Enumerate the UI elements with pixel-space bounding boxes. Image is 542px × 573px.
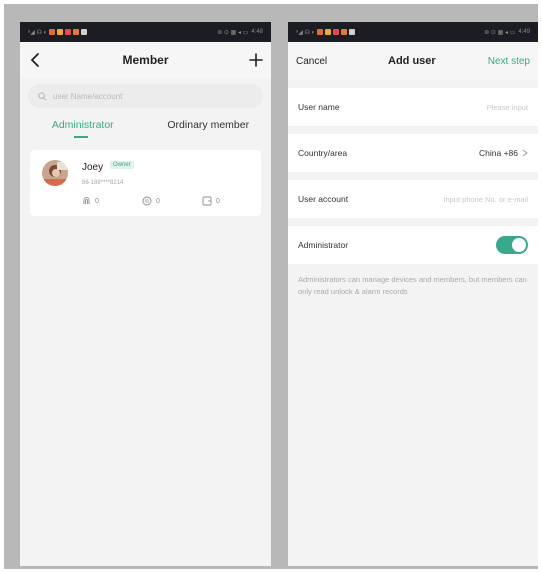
account-row: User account Input phone No. or e-mail bbox=[288, 180, 538, 218]
active-tab-indicator bbox=[74, 136, 88, 138]
account-label: User account bbox=[298, 194, 349, 204]
country-value: China +86 bbox=[479, 148, 518, 158]
member-header: Member bbox=[20, 42, 271, 78]
search-placeholder: user Name/account bbox=[53, 91, 123, 101]
username-label: User name bbox=[298, 102, 340, 112]
country-selector[interactable]: China +86 bbox=[479, 148, 528, 158]
password-count: 0 bbox=[156, 197, 160, 205]
card-stat: 0 bbox=[202, 196, 220, 206]
member-phone: 86-188****8214 bbox=[82, 180, 124, 186]
member-name: Joey bbox=[82, 162, 104, 173]
cancel-button[interactable]: Cancel bbox=[296, 56, 327, 67]
fingerprint-icon bbox=[83, 197, 90, 204]
administrator-label: Administrator bbox=[298, 240, 349, 250]
status-icons-left: ᵃ◢ ☊ ◐ bbox=[28, 29, 88, 36]
plus-icon[interactable] bbox=[247, 51, 265, 69]
username-field[interactable]: Please input bbox=[487, 103, 528, 112]
chevron-right-icon bbox=[522, 149, 528, 157]
administrator-toggle[interactable] bbox=[496, 236, 528, 254]
tab-ordinary-member[interactable]: Ordinary member bbox=[146, 119, 272, 131]
country-row[interactable]: Country/area China +86 bbox=[288, 134, 538, 172]
add-user-header: Cancel Add user Next step bbox=[288, 42, 538, 80]
status-bar: ᵃ◢ ☊ ◐ ⊛ ⊙ ▦ ◂ ▭ 4:48 bbox=[20, 22, 271, 42]
tab-administrator[interactable]: Administrator bbox=[20, 119, 146, 131]
username-row: User name Please input bbox=[288, 88, 538, 126]
page-title: Member bbox=[122, 53, 169, 67]
member-card[interactable]: Joey Owner 86-188****8214 0 0 0 bbox=[30, 150, 261, 216]
avatar bbox=[42, 160, 68, 186]
status-icons-right: ⊛ ⊙ ▦ ◂ ▭ 4:48 bbox=[217, 29, 263, 36]
country-label: Country/area bbox=[298, 148, 348, 158]
status-icons-left: ᵃ◢ ☊ ◐ bbox=[296, 29, 356, 36]
card-count: 0 bbox=[216, 197, 220, 205]
password-icon bbox=[142, 196, 152, 206]
password-stat: 0 bbox=[142, 196, 160, 206]
screenshot-frame: ᵃ◢ ☊ ◐ ⊛ ⊙ ▦ ◂ ▭ 4:48 Member user Name/a… bbox=[4, 4, 538, 569]
toggle-knob bbox=[512, 238, 526, 252]
member-screen: ᵃ◢ ☊ ◐ ⊛ ⊙ ▦ ◂ ▭ 4:48 Member user Name/a… bbox=[20, 22, 271, 566]
page-title: Add user bbox=[388, 55, 436, 67]
add-user-screen: ᵃ◢ ☊ ◐ ⊛ ⊙ ▦ ◂ ▭ 4:49 Cancel Add user Ne… bbox=[288, 22, 538, 566]
card-icon bbox=[202, 196, 212, 206]
status-icons-right: ⊛ ⊙ ▦ ◂ ▭ 4:49 bbox=[484, 29, 530, 36]
search-icon bbox=[38, 91, 47, 100]
status-time: 4:49 bbox=[518, 29, 530, 35]
administrator-row: Administrator bbox=[288, 226, 538, 264]
next-step-button[interactable]: Next step bbox=[488, 56, 530, 67]
status-time: 4:48 bbox=[251, 29, 263, 35]
owner-badge: Owner bbox=[110, 161, 134, 169]
fingerprint-stat: 0 bbox=[82, 196, 99, 206]
administrator-note: Administrators can manage devices and me… bbox=[298, 275, 527, 296]
chevron-left-icon[interactable] bbox=[28, 51, 44, 69]
status-bar: ᵃ◢ ☊ ◐ ⊛ ⊙ ▦ ◂ ▭ 4:49 bbox=[288, 22, 538, 42]
account-field[interactable]: Input phone No. or e-mail bbox=[443, 195, 528, 204]
member-tabs: Administrator Ordinary member bbox=[20, 108, 271, 142]
search-input[interactable]: user Name/account bbox=[28, 84, 263, 108]
fingerprint-count: 0 bbox=[95, 197, 99, 205]
